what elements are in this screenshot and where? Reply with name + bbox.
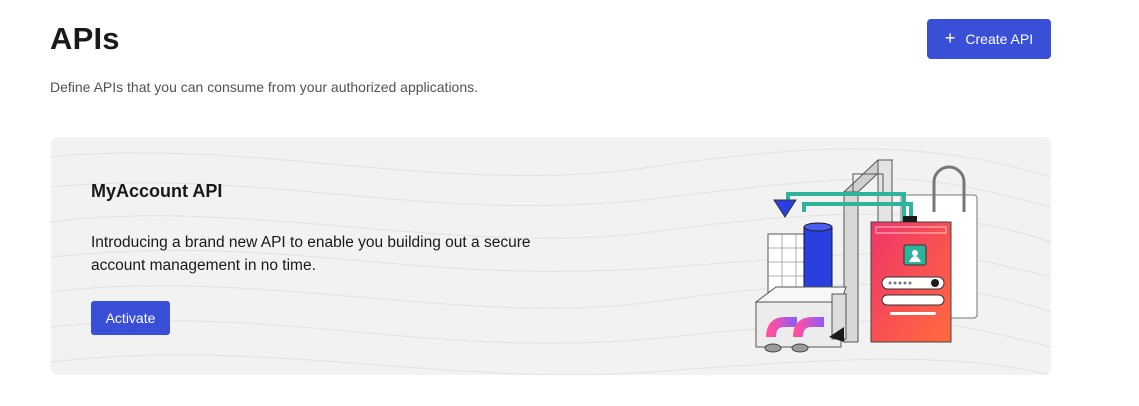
account-machine-illustration bbox=[754, 159, 978, 353]
card-title: MyAccount API bbox=[91, 181, 223, 201]
create-api-button[interactable]: + Create API bbox=[927, 19, 1051, 59]
myaccount-api-card: MyAccount API Introducing a brand new AP… bbox=[51, 137, 1051, 375]
plus-icon: + bbox=[944, 28, 956, 48]
page-description: Define APIs that you can consume from yo… bbox=[50, 79, 479, 95]
page-title: APIs bbox=[50, 21, 120, 56]
activate-button[interactable]: Activate bbox=[91, 301, 170, 335]
card-description: Introducing a brand new API to enable yo… bbox=[91, 234, 531, 274]
create-api-label: Create API bbox=[965, 31, 1034, 47]
